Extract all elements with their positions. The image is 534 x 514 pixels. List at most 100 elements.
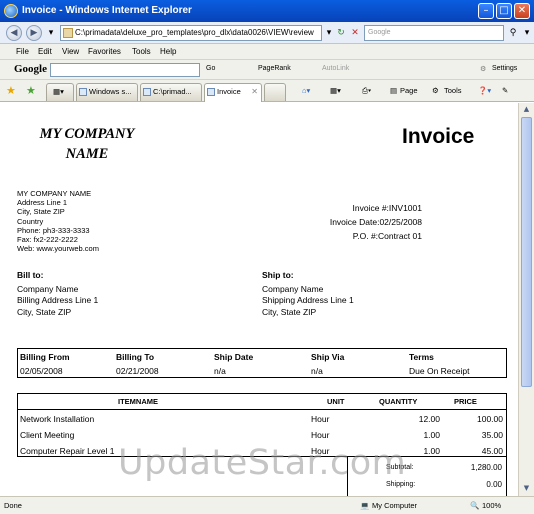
add-favorites-icon[interactable]: ★	[26, 84, 36, 97]
billing-header: Billing To	[116, 352, 155, 362]
billing-header: Ship Via	[311, 352, 345, 362]
items-header: QUANTITY	[379, 397, 418, 406]
tab-page-icon	[79, 88, 87, 96]
address-input[interactable]: C:\primadata\deluxe_pro_templates\pro_dl…	[60, 25, 322, 41]
autolink-button[interactable]: AutoLink	[322, 65, 349, 72]
tools-menu-button[interactable]: Tools	[444, 86, 462, 95]
billing-value: 02/05/2008	[20, 366, 63, 376]
status-bar: Done 💻 My Computer 🔍 100%	[0, 496, 534, 514]
menu-bar: File Edit View Favorites Tools Help	[0, 44, 534, 60]
item-name: Client Meeting	[20, 430, 75, 440]
bill-to-line: City, State ZIP	[17, 306, 72, 317]
stop-icon[interactable]: ✕	[348, 26, 362, 40]
company-logo: MY COMPANY NAME	[28, 124, 146, 164]
billing-header: Terms	[409, 352, 434, 362]
close-button[interactable]: ✕	[514, 3, 530, 19]
recent-pages-dropdown[interactable]: ▾	[44, 26, 58, 40]
tab-page-icon	[207, 88, 215, 96]
google-go-button[interactable]: Go	[206, 65, 215, 72]
address-line: Country	[17, 216, 44, 226]
computer-icon: 💻	[360, 501, 370, 510]
page-menu-button[interactable]: Page	[400, 86, 418, 95]
new-tab-button[interactable]	[264, 83, 286, 101]
zoom-icon: 🔍	[470, 501, 480, 510]
billing-header: Billing From	[20, 352, 70, 362]
item-price: 45.00	[481, 446, 503, 456]
tab-label: Invoice	[217, 87, 241, 96]
billing-value: Due On Receipt	[409, 366, 470, 376]
item-qty: 1.00	[423, 446, 440, 456]
menu-favorites[interactable]: Favorites	[88, 47, 121, 56]
address-line: City, State ZIP	[17, 207, 65, 217]
quick-tabs-button[interactable]: ▦▾	[46, 83, 74, 101]
settings-button[interactable]: Settings	[492, 65, 517, 72]
company-logo-line2: NAME	[65, 146, 109, 162]
company-logo-line1: MY COMPANY	[39, 126, 135, 142]
item-name: Computer Repair Level 1	[20, 446, 115, 456]
item-price: 100.00	[477, 414, 503, 424]
google-search-input[interactable]	[50, 63, 200, 77]
security-zone: My Computer	[372, 501, 418, 510]
refresh-icon[interactable]: ↻	[334, 26, 348, 40]
search-input[interactable]: Google	[364, 25, 504, 41]
invoice-title: Invoice	[402, 125, 475, 148]
search-icon[interactable]: ⚲	[506, 26, 520, 40]
menu-tools[interactable]: Tools	[132, 47, 151, 56]
ship-to-block: Ship to: Company Name Shipping Address L…	[262, 270, 354, 318]
minimize-button[interactable]: –	[478, 3, 494, 19]
company-address: MY COMPANY NAME Address Line 1 City, Sta…	[17, 189, 99, 253]
tab-primadata[interactable]: C:\primad...	[140, 83, 202, 101]
tab-invoice[interactable]: Invoice ✕	[204, 83, 262, 102]
scroll-up-icon[interactable]: ▲	[521, 104, 532, 115]
item-unit: Hour	[311, 430, 330, 440]
menu-edit[interactable]: Edit	[38, 47, 52, 56]
scroll-thumb[interactable]	[521, 117, 532, 387]
menu-file[interactable]: File	[16, 47, 29, 56]
address-toolbar: ◀ ▶ ▾ C:\primadata\deluxe_pro_templates\…	[0, 22, 534, 44]
page-content: MY COMPANY NAME Invoice MY COMPANY NAME …	[0, 103, 518, 496]
back-button[interactable]: ◀	[6, 25, 22, 41]
address-line: Phone: ph3-333-3333	[17, 225, 90, 235]
search-placeholder: Google	[368, 29, 391, 36]
ship-to-heading: Ship to:	[262, 270, 294, 280]
title-bar: Invoice - Windows Internet Explorer – □ …	[0, 0, 534, 22]
ship-to-line: Shipping Address Line 1	[262, 295, 354, 306]
gear-icon[interactable]: ⚙	[480, 65, 486, 73]
address-url: C:\primadata\deluxe_pro_templates\pro_dl…	[75, 28, 314, 37]
bill-to-block: Bill to: Company Name Billing Address Li…	[17, 270, 98, 318]
invoice-meta: Invoice #:INV1001 Invoice Date:02/25/200…	[300, 201, 422, 243]
feeds-icon[interactable]: ▦▾	[330, 86, 341, 95]
vertical-scrollbar[interactable]: ▲ ▼	[518, 103, 534, 496]
watermark: UpdateStar.com	[118, 443, 407, 483]
home-icon[interactable]: ⌂▾	[302, 86, 310, 95]
tab-close-icon[interactable]: ✕	[251, 84, 258, 100]
search-options-dropdown[interactable]: ▾	[520, 26, 534, 40]
item-price: 35.00	[481, 430, 503, 440]
bill-to-line: Billing Address Line 1	[17, 295, 99, 306]
items-header: PRICE	[454, 397, 477, 406]
po-number: P.O. #:Contract 01	[352, 231, 422, 241]
ship-to-line: Company Name	[262, 283, 324, 294]
favorites-star-icon[interactable]: ★	[6, 84, 16, 97]
page-icon	[63, 28, 73, 38]
invoice-number: Invoice #:INV1001	[352, 203, 422, 213]
menu-help[interactable]: Help	[160, 47, 176, 56]
menu-view[interactable]: View	[62, 47, 79, 56]
zoom-level[interactable]: 100%	[482, 501, 501, 510]
tab-bar: ★ ★ ▦▾ Windows s... C:\primad... Invoice…	[0, 80, 534, 102]
tab-label: C:\primad...	[153, 87, 192, 96]
tab-windows[interactable]: Windows s...	[76, 83, 138, 101]
item-name: Network Installation	[20, 414, 95, 424]
maximize-button[interactable]: □	[496, 3, 512, 19]
address-line: Fax: fx2-222-2222	[17, 235, 78, 245]
help-icon[interactable]: ❓▾	[478, 86, 491, 95]
billing-value: n/a	[214, 366, 226, 376]
forward-button[interactable]: ▶	[26, 25, 42, 41]
ie-logo-icon	[4, 4, 18, 18]
scroll-down-icon[interactable]: ▼	[521, 483, 532, 494]
research-icon[interactable]: ✎	[502, 86, 508, 95]
pagerank-indicator: PageRank	[258, 65, 291, 72]
google-logo: Google	[14, 63, 47, 75]
status-text: Done	[4, 501, 22, 510]
print-icon[interactable]: ⎙▾	[362, 86, 371, 96]
